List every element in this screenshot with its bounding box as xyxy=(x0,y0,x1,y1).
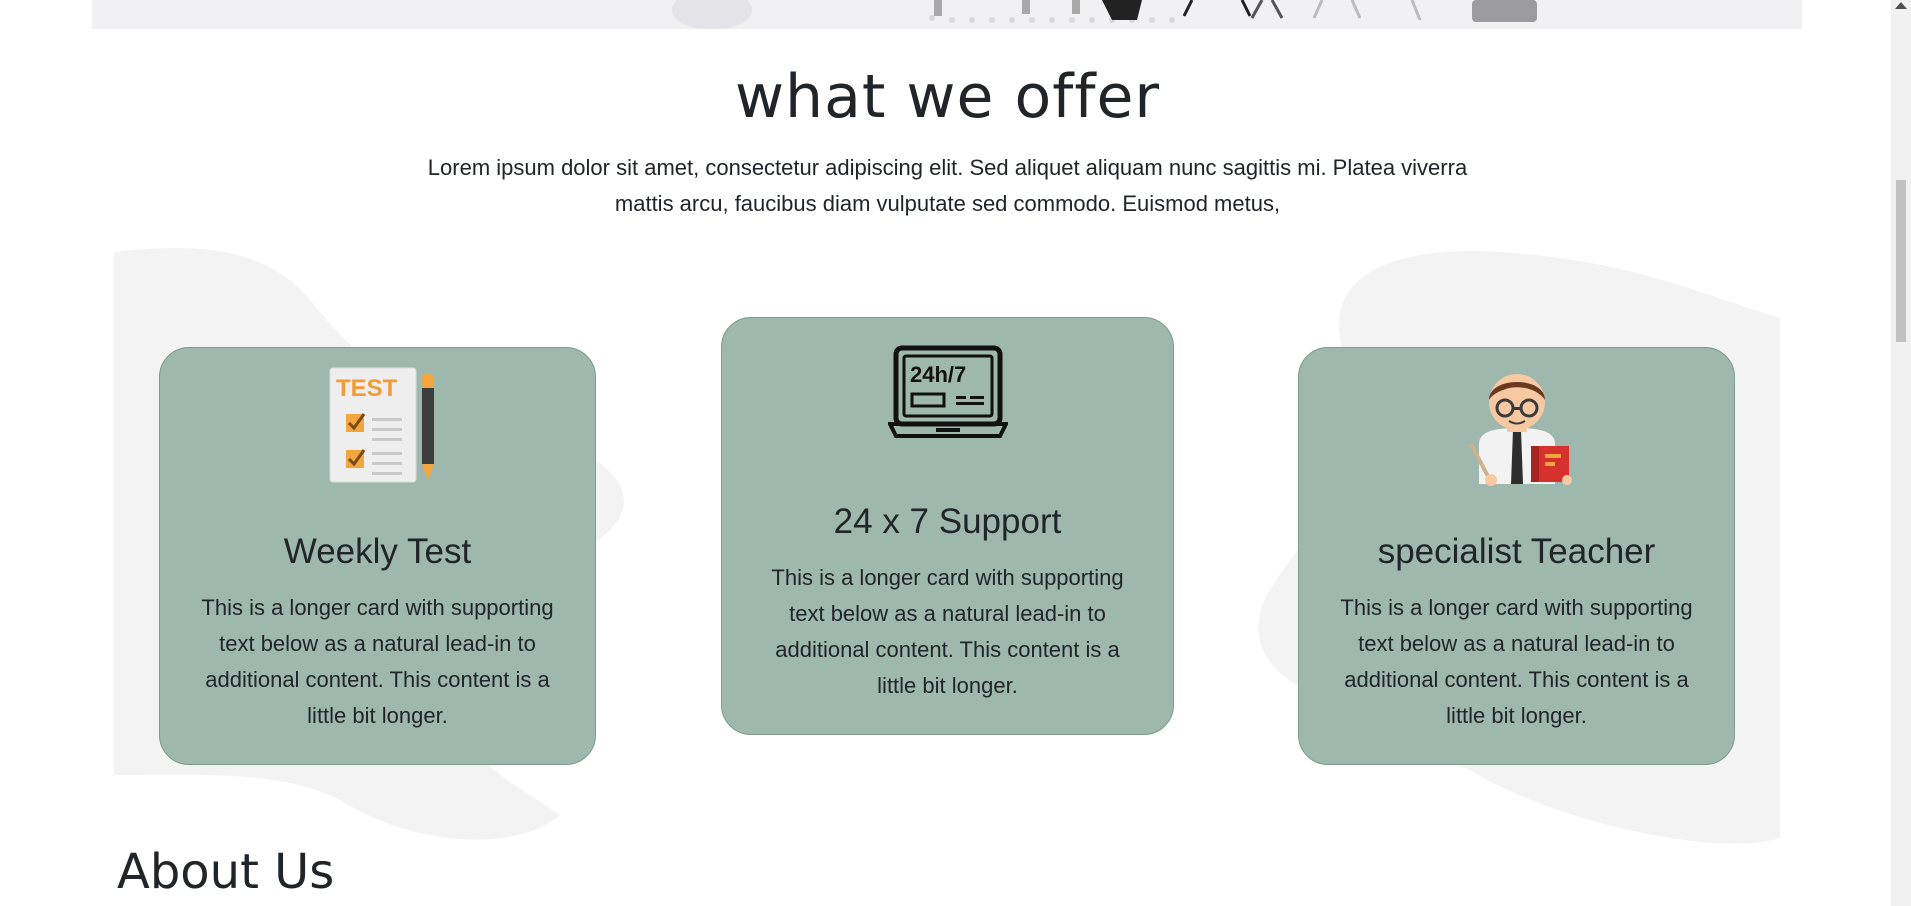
test-checklist-icon: TEST xyxy=(329,367,434,483)
card-title: 24 x 7 Support xyxy=(833,502,1062,541)
about-title: About Us xyxy=(117,844,335,900)
card-text: This is a longer card with supporting te… xyxy=(771,565,1124,698)
offer-card-support: 24h/7 24 x 7 Support This is a longer ca… xyxy=(721,317,1174,735)
section-lead: Lorem ipsum dolor sit amet, consectetur … xyxy=(427,155,1468,216)
card-text: This is a longer card with supporting te… xyxy=(201,595,554,728)
offer-card-teacher: specialist Teacher This is a longer card… xyxy=(1298,347,1735,765)
card-title: specialist Teacher xyxy=(1377,532,1656,571)
scroll-up-icon[interactable] xyxy=(1895,2,1907,9)
scrollbar-thumb[interactable] xyxy=(1896,180,1906,342)
offer-card-weekly-test: TEST Weekly Test This is a longer card w… xyxy=(159,347,596,765)
svg-text:TEST: TEST xyxy=(336,375,398,402)
section-title: what we offer xyxy=(734,62,1161,132)
page-scrollbar[interactable] xyxy=(1891,0,1911,906)
teacher-icon xyxy=(1468,374,1572,486)
laptop-24h-icon: 24h/7 xyxy=(887,345,1008,438)
svg-text:24h/7: 24h/7 xyxy=(910,362,966,387)
card-text: This is a longer card with supporting te… xyxy=(1340,595,1693,728)
card-title: Weekly Test xyxy=(283,532,472,571)
